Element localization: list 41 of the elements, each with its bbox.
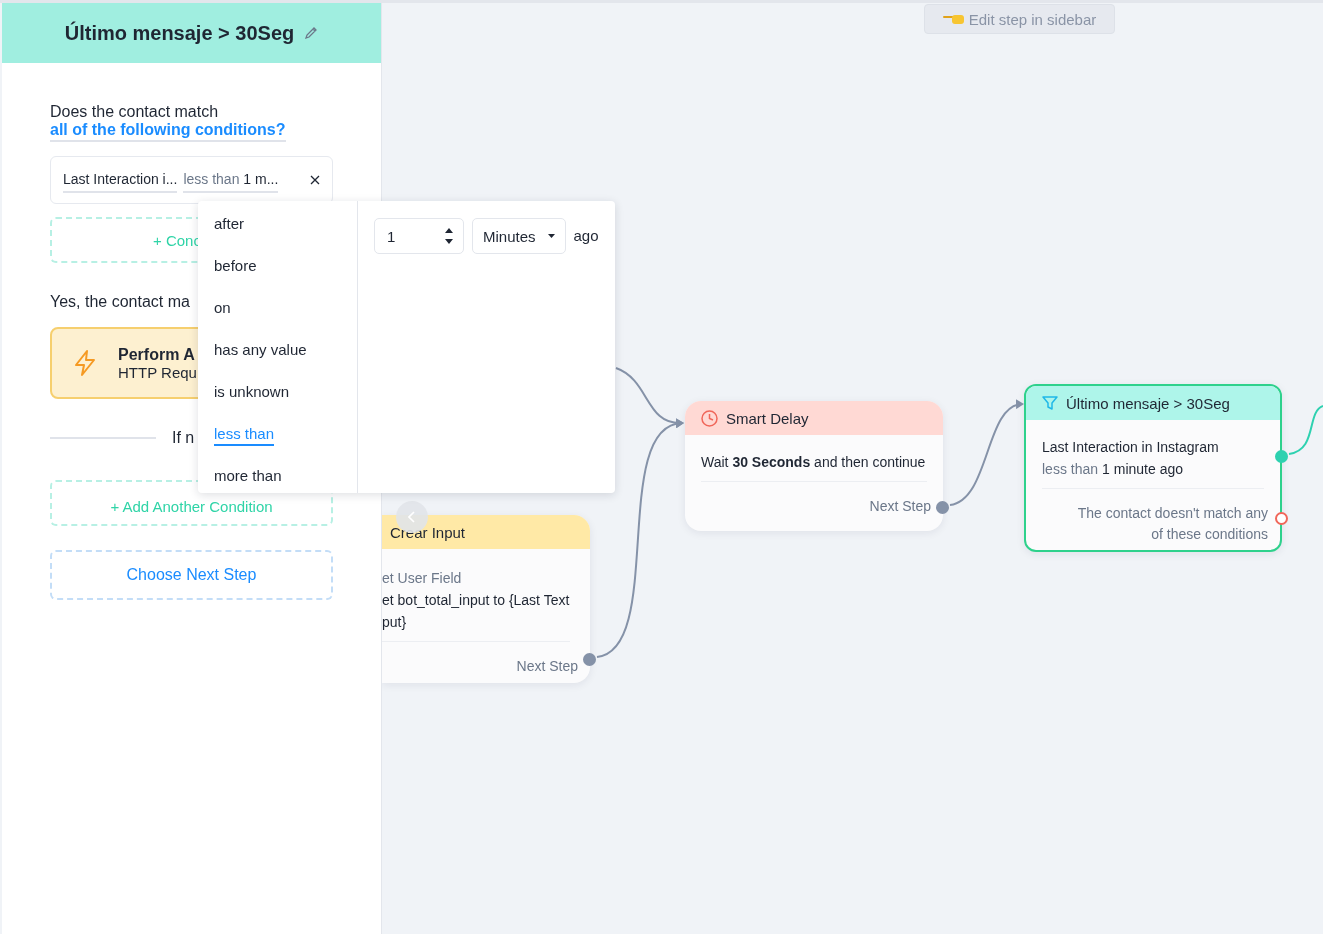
node-text: Last Interaction in Instagram (1042, 438, 1219, 456)
node-title: Último mensaje > 30Seg (1066, 394, 1230, 412)
node-text: et User Field (382, 569, 462, 587)
node-text: less than (1042, 460, 1099, 478)
number-field[interactable]: 1 (374, 218, 464, 254)
chevron-left-icon (408, 511, 416, 523)
step-title: Último mensaje > 30Seg (64, 21, 295, 45)
next-step-label: Next Step (869, 497, 931, 516)
stepper-icon[interactable] (445, 226, 453, 246)
filter-icon (1042, 395, 1058, 411)
node-text: Wait 30 Seconds and then continue (701, 453, 926, 471)
node-card[interactable]: Smart Delay Wait 30 Seconds and then continue Next Step (685, 401, 943, 531)
field-select[interactable]: Last Interaction i... (63, 167, 178, 193)
close-icon[interactable] (310, 175, 320, 185)
node-text: put} (382, 613, 407, 631)
question-text: Does the contact match (50, 103, 220, 121)
number-value: 1 (387, 227, 396, 245)
operator-option[interactable]: after (214, 214, 244, 236)
node-text: 1 minute ago (1102, 460, 1183, 478)
caret-icon (547, 234, 555, 238)
node-text: et bot_total_input to {Last Text (382, 591, 570, 609)
ago-label: ago (573, 226, 599, 246)
next-step-label: Next Step (516, 657, 578, 676)
operator-option[interactable]: has any value (214, 340, 307, 362)
operator-option[interactable]: on (214, 298, 231, 320)
action-title: Perform A (118, 345, 196, 364)
yes-label: Yes, the contact ma (50, 293, 190, 311)
no-label: If n (172, 429, 195, 447)
node-title: Smart Delay (726, 409, 809, 427)
lightning-icon (72, 349, 98, 377)
pointing-hand-icon (942, 13, 965, 25)
unit-select[interactable]: Minutes (472, 218, 566, 254)
action-subtitle: HTTP Requ (118, 363, 197, 381)
node-title: Crear Input (390, 523, 466, 541)
node-card[interactable]: Último mensaje > 30Seg Last Interaction in Instagram less than 1 minute ago The contact doesn't match any of these conditions (1024, 384, 1282, 552)
clock-icon (701, 409, 718, 427)
next-step-label: The contact doesn't match any of these conditions (1076, 504, 1268, 544)
node-card[interactable]: Crear Input et User Field et bot_total_input to {Last Text put} Next Step (382, 515, 590, 683)
pencil-icon[interactable] (304, 26, 319, 40)
connector-line (1288, 405, 1323, 455)
operator-select[interactable]: less than 1 m... (183, 167, 279, 193)
